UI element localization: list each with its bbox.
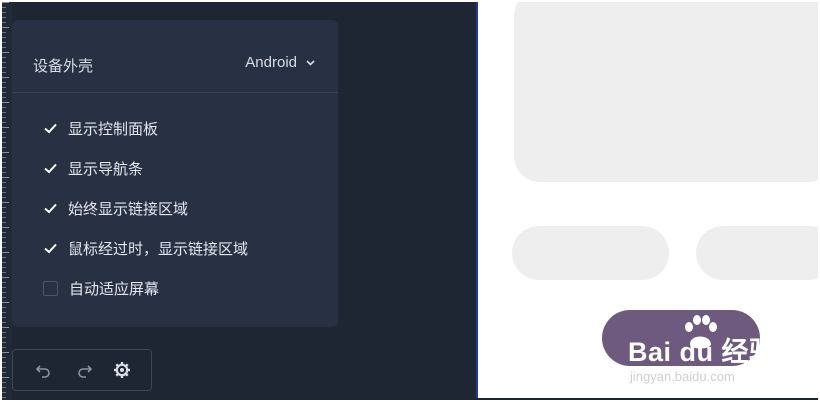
watermark-brand: Bai du 经验: [628, 337, 777, 367]
settings-panel: 设备外壳 Android 显示控制面板 显示导航条 始终显示链接区域 鼠标经过时…: [12, 20, 338, 327]
chevron-down-icon: [306, 59, 315, 66]
checkbox-checked-icon[interactable]: [43, 162, 57, 176]
checkbox-checked-icon[interactable]: [43, 202, 57, 216]
vertical-ruler: [2, 2, 12, 400]
placeholder-pill: [512, 226, 669, 280]
placeholder-card: [514, 2, 818, 182]
undo-icon[interactable]: [35, 361, 53, 379]
option-show-links-on-hover[interactable]: 鼠标经过时，显示链接区域: [43, 238, 248, 259]
option-fit-screen[interactable]: 自动适应屏幕: [43, 278, 159, 299]
watermark-url: jingyan.baidu.com: [630, 369, 735, 384]
option-label: 自动适应屏幕: [69, 281, 160, 298]
option-show-navbar[interactable]: 显示导航条: [43, 158, 143, 179]
option-label: 鼠标经过时，显示链接区域: [68, 241, 249, 258]
gear-icon[interactable]: [113, 361, 131, 379]
option-always-show-links[interactable]: 始终显示链接区域: [43, 198, 188, 219]
device-shell-value: Android: [245, 54, 297, 71]
redo-icon[interactable]: [75, 361, 93, 379]
option-label: 始终显示链接区域: [68, 201, 189, 218]
option-label: 显示控制面板: [68, 121, 159, 138]
checkbox-checked-icon[interactable]: [43, 122, 57, 136]
device-shell-row: 设备外壳 Android: [12, 20, 338, 93]
checkbox-checked-icon[interactable]: [43, 242, 57, 256]
device-shell-dropdown[interactable]: Android: [245, 54, 315, 71]
device-shell-label: 设备外壳: [33, 58, 94, 75]
option-label: 显示导航条: [68, 161, 144, 178]
option-show-control-panel[interactable]: 显示控制面板: [43, 118, 158, 139]
checkbox-unchecked-icon[interactable]: [43, 281, 58, 296]
bottom-toolbar: [12, 349, 152, 391]
placeholder-pill: [696, 226, 818, 280]
